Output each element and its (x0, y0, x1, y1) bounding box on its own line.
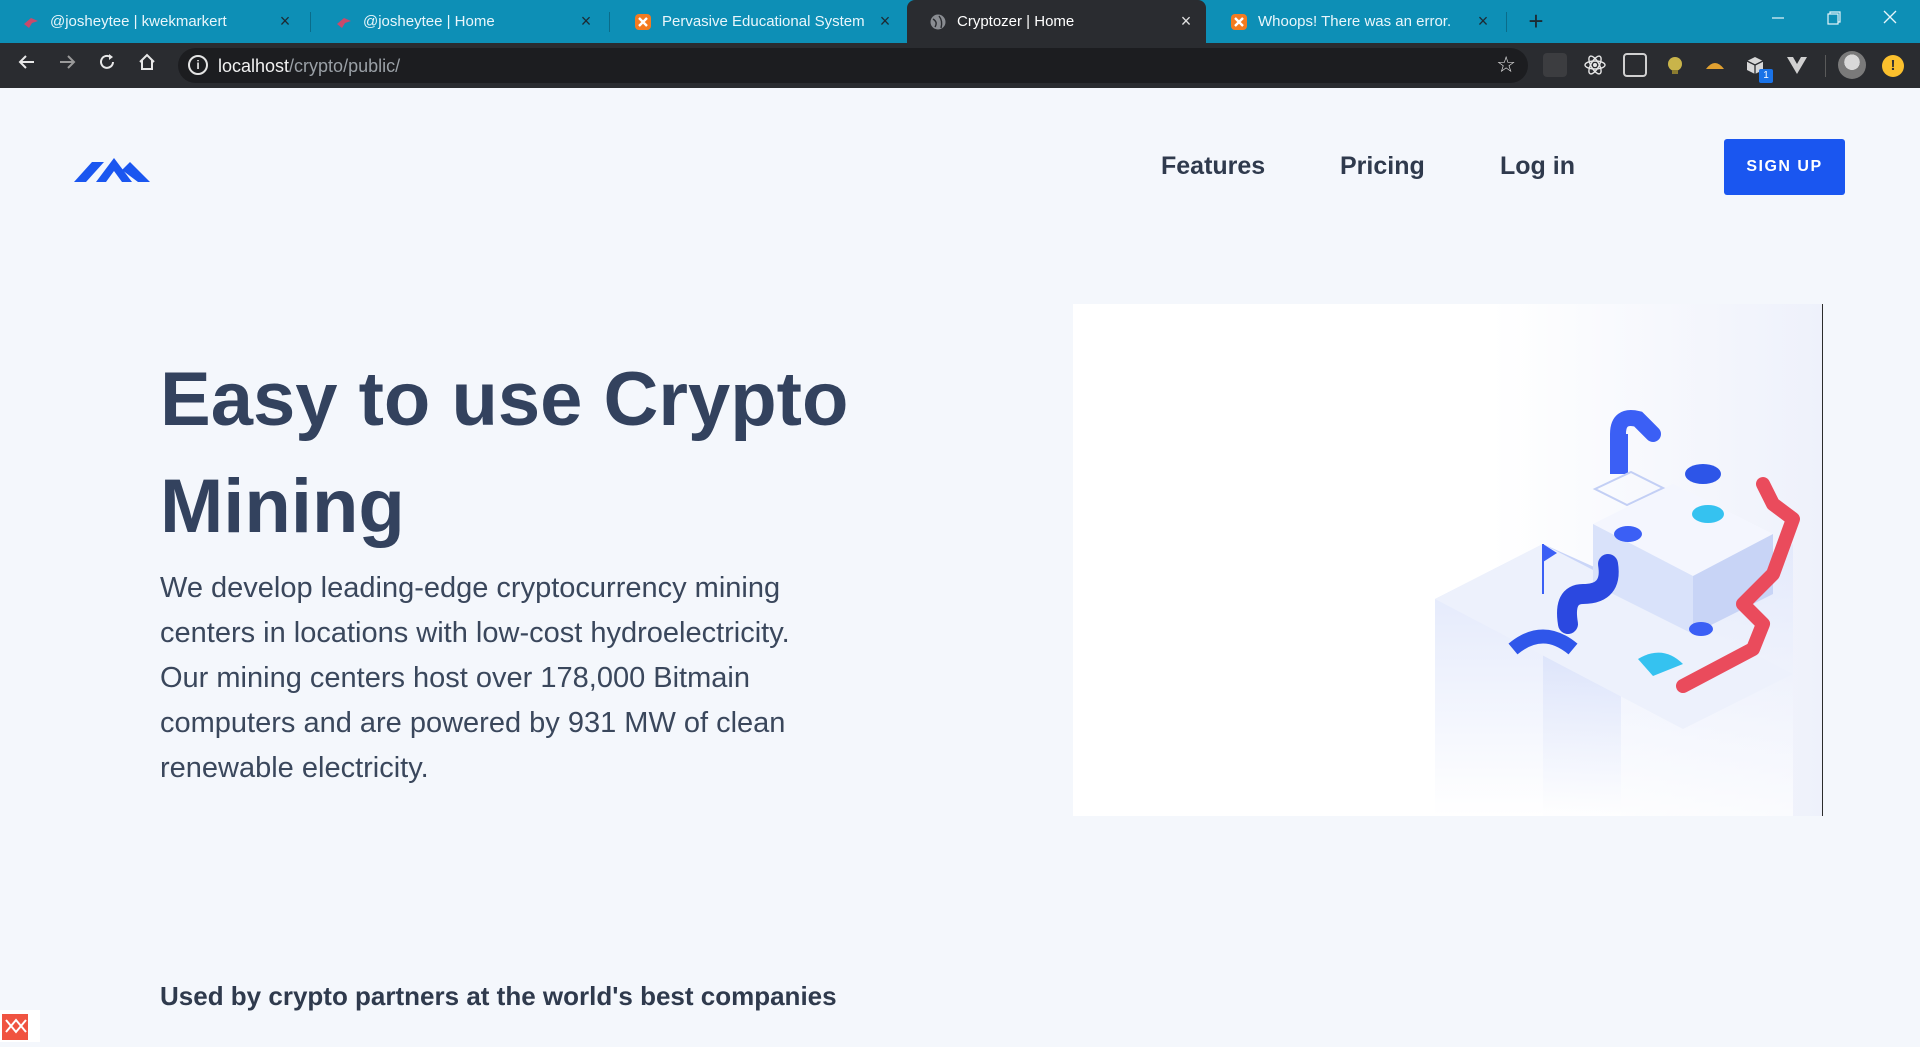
hero-illustration (1073, 304, 1823, 816)
tab-title: @josheytee | kwekmarkert (50, 13, 227, 30)
tab-title: @josheytee | Home (363, 13, 495, 30)
webpage: Features Pricing Log in SIGN UP Easy to … (0, 88, 1920, 1042)
reload-icon[interactable] (93, 52, 121, 80)
tab-josheytee-home[interactable]: @josheytee | Home × (313, 0, 606, 43)
site-info-icon[interactable]: i (188, 55, 208, 75)
browser-toolbar: i localhost/crypto/public/ ☆ 1 ! (0, 43, 1920, 88)
extension-dark-icon[interactable] (1543, 53, 1567, 77)
nav-login[interactable]: Log in (1500, 152, 1575, 181)
xampp-favicon-icon (634, 13, 652, 31)
toolbar-divider (1825, 55, 1826, 77)
home-icon[interactable] (133, 52, 161, 80)
bookmark-star-icon[interactable]: ☆ (1496, 52, 1516, 78)
new-tab-plus-icon[interactable]: + (1520, 6, 1552, 38)
tab-title: Pervasive Educational System (662, 13, 865, 30)
tab-close-icon[interactable]: × (1176, 11, 1196, 32)
window-close-icon[interactable] (1862, 0, 1918, 43)
sign-up-button[interactable]: SIGN UP (1724, 139, 1845, 195)
back-arrow-icon[interactable] (13, 52, 41, 80)
hero-description: We develop leading-edge cryptocurrency m… (160, 572, 790, 784)
colorful-extension-icon[interactable] (1703, 53, 1727, 77)
tab-close-icon[interactable]: × (1473, 11, 1493, 32)
bird-favicon-icon (22, 13, 40, 31)
globe-favicon-icon (929, 13, 947, 31)
url-path: /crypto/public/ (289, 56, 401, 76)
tab-close-icon[interactable]: × (875, 11, 895, 32)
tab-close-icon[interactable]: × (576, 11, 596, 32)
tab-pervasive-educational-system[interactable]: Pervasive Educational System × (612, 0, 905, 43)
nav-pricing[interactable]: Pricing (1340, 152, 1425, 181)
lightbulb-extension-icon[interactable] (1663, 53, 1687, 77)
site-logo[interactable] (74, 152, 150, 189)
browser-tab-strip: @josheytee | kwekmarkert × @josheytee | … (0, 0, 1920, 43)
xampp-favicon-icon (1230, 13, 1248, 31)
update-indicator-icon[interactable]: ! (1882, 55, 1904, 77)
tab-divider (310, 12, 311, 32)
logo-mark-icon (74, 158, 150, 182)
tab-close-icon[interactable]: × (275, 11, 295, 32)
tab-title: Whoops! There was an error. (1258, 13, 1452, 30)
extension-badge: 1 (1759, 69, 1773, 83)
tab-divider (609, 12, 610, 32)
react-devtools-icon[interactable] (1583, 53, 1607, 77)
minimize-icon[interactable] (1750, 0, 1806, 43)
bird-favicon-icon (335, 13, 353, 31)
tab-divider (1506, 12, 1507, 32)
forward-arrow-icon[interactable] (53, 52, 81, 80)
laravel-debug-icon[interactable] (0, 1010, 40, 1042)
url-text: localhost/crypto/public/ (218, 56, 400, 77)
address-bar[interactable]: i localhost/crypto/public/ ☆ (178, 48, 1528, 83)
hero-title: Easy to use Crypto Mining (160, 357, 849, 549)
profile-avatar[interactable] (1838, 51, 1866, 79)
tab-whoops-error[interactable]: Whoops! There was an error. × (1208, 0, 1503, 43)
illustration-border (1822, 304, 1823, 816)
nav-features[interactable]: Features (1161, 152, 1265, 181)
partners-heading: Used by crypto partners at the world's b… (160, 981, 837, 1011)
url-host: localhost (218, 56, 290, 76)
isometric-mining-illustration (1435, 304, 1823, 816)
screenshot-extension-icon[interactable] (1623, 53, 1647, 77)
restore-icon[interactable] (1806, 0, 1862, 43)
tab-cryptozer-home[interactable]: Cryptozer | Home × (907, 0, 1206, 43)
tab-title: Cryptozer | Home (957, 13, 1075, 30)
vue-devtools-icon[interactable] (1785, 53, 1809, 77)
tab-josheytee-kwekmarkert[interactable]: @josheytee | kwekmarkert × (0, 0, 305, 43)
